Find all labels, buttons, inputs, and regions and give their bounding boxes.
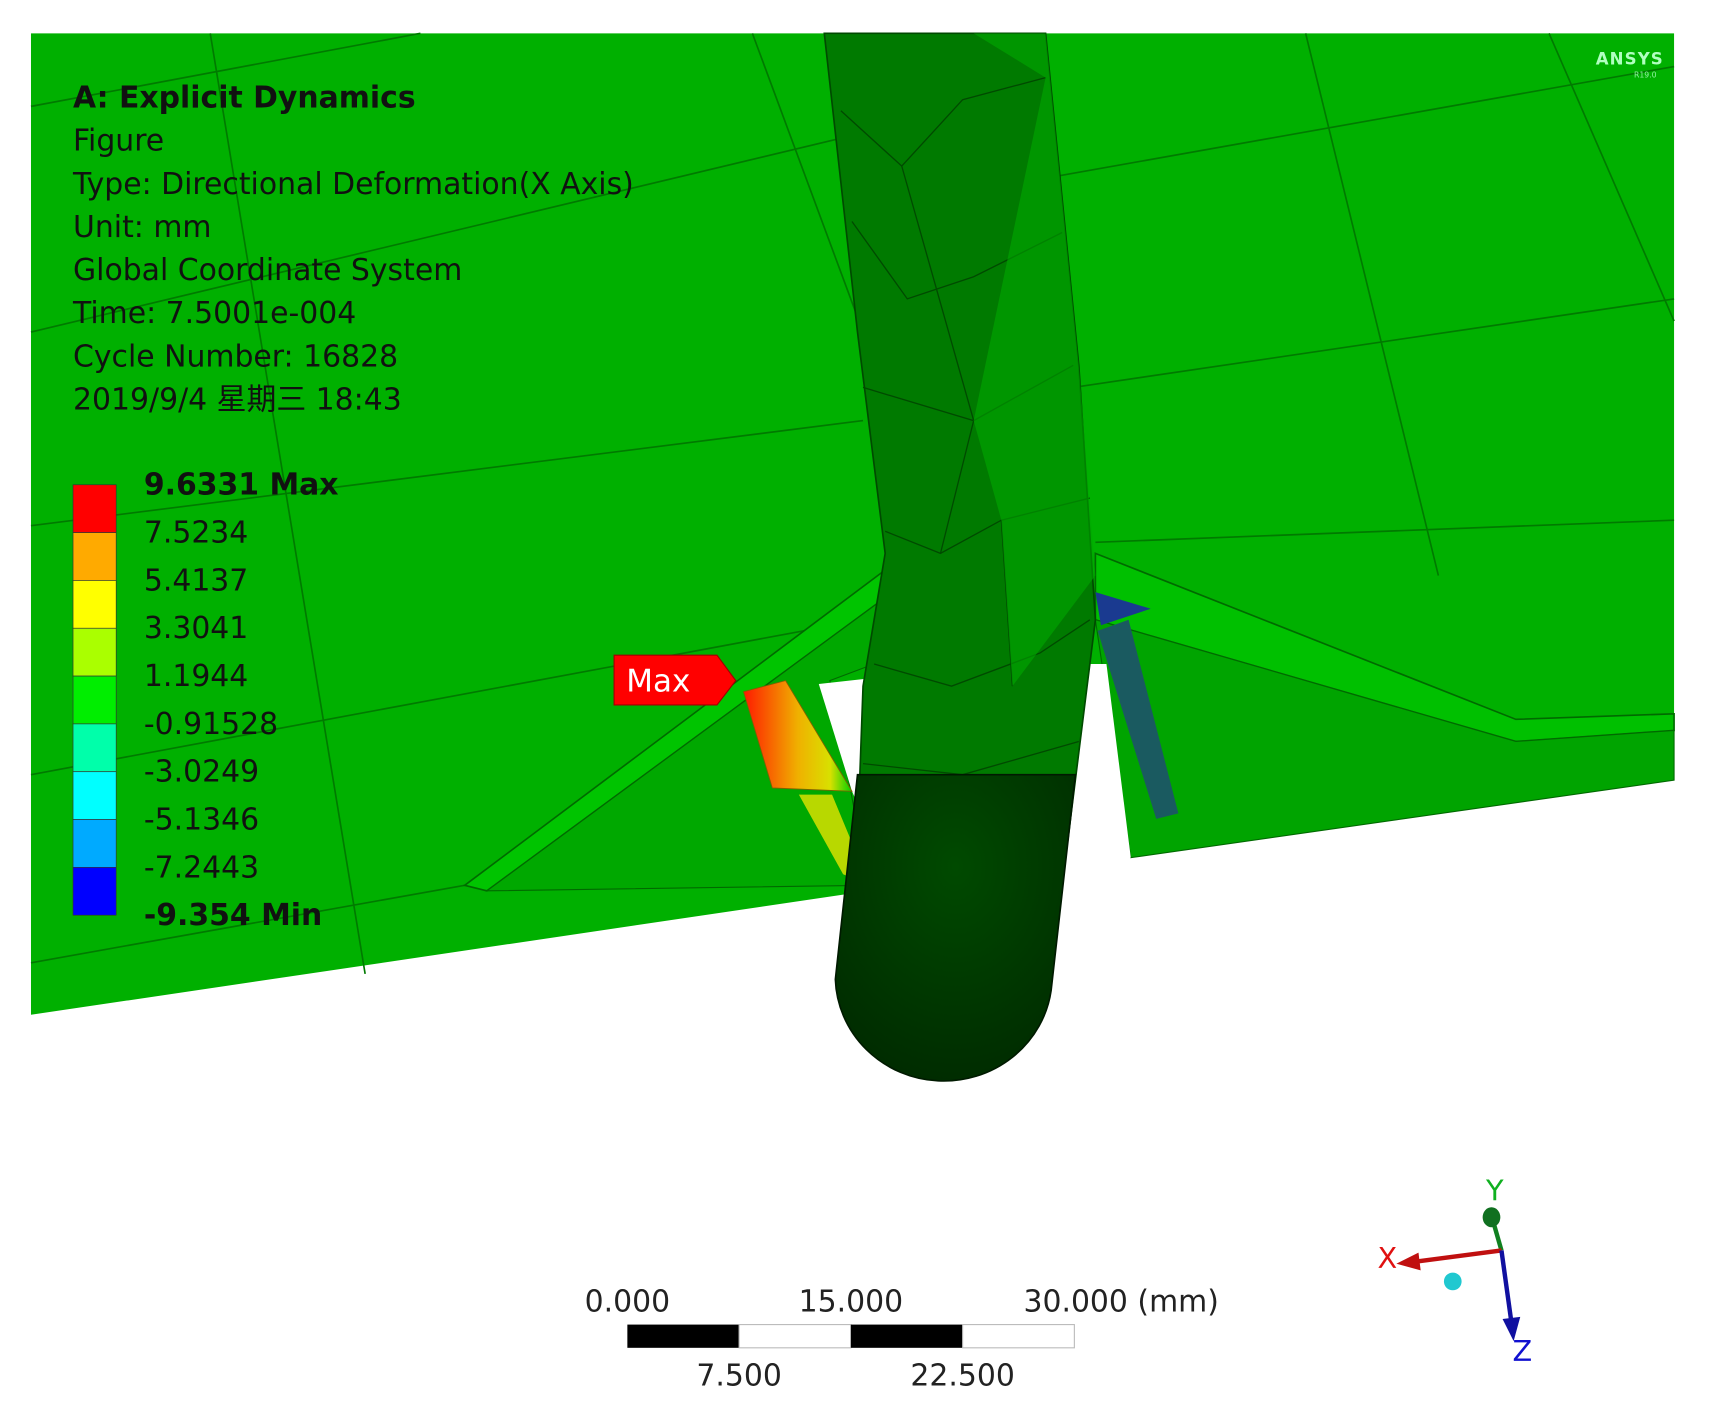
triad-z-label: Z: [1513, 1334, 1533, 1368]
scale-label: 7.500: [696, 1358, 781, 1393]
origin-ball-icon: [1443, 1272, 1462, 1291]
legend-label: -3.0249: [144, 755, 259, 790]
z-axis-line: [1499, 1250, 1514, 1323]
info-line: Type: Directional Deformation(X Axis): [72, 167, 634, 202]
info-line: Cycle Number: 16828: [73, 339, 398, 374]
legend-color-band: [72, 675, 117, 725]
legend-color-band: [72, 532, 117, 581]
legend-label: 5.4137: [144, 563, 248, 598]
max-probe-text: Max: [626, 664, 690, 700]
info-line: 2019/9/4 星期三 18:43: [73, 383, 402, 418]
scale-bar: 0.000 15.000 30.000 (mm) 7.500 22.500: [585, 1284, 1219, 1393]
legend-label: -9.354 Min: [144, 898, 322, 933]
scale-segment: [850, 1324, 963, 1348]
info-line: Figure: [73, 124, 164, 159]
triad-x-label: X: [1378, 1241, 1398, 1275]
legend-label: 9.6331 Max: [144, 468, 339, 503]
legend-label: -5.1346: [144, 803, 259, 838]
coordinate-triad[interactable]: Y X Z: [1378, 1174, 1533, 1368]
legend-color-band: [72, 484, 117, 533]
scale-label: 15.000: [799, 1284, 903, 1319]
info-line: Unit: mm: [73, 210, 212, 245]
x-arrow-icon: [1396, 1252, 1421, 1271]
scale-label: 30.000 (mm): [1023, 1284, 1218, 1319]
info-line: Global Coordinate System: [73, 253, 462, 288]
analysis-title: A: Explicit Dynamics: [73, 80, 416, 115]
legend-label: 1.1944: [144, 659, 248, 694]
legend-label: 7.5234: [144, 516, 248, 551]
legend-color-band: [72, 580, 117, 629]
legend-label: 3.3041: [144, 611, 248, 646]
scale-segment: [962, 1324, 1075, 1349]
legend-color-band: [72, 627, 117, 677]
legend-label: -0.91528: [144, 707, 278, 742]
ansys-logo: ANSYS: [1596, 49, 1664, 68]
legend-color-band: [72, 867, 117, 916]
scale-segment: [738, 1324, 852, 1349]
max-probe-label[interactable]: Max: [613, 654, 737, 706]
rod-tip: [834, 773, 1077, 1082]
scale-label: 22.500: [910, 1358, 1014, 1393]
triad-y-label: Y: [1485, 1174, 1504, 1208]
ansys-version: R19.0: [1634, 71, 1657, 80]
scale-segment: [627, 1324, 740, 1348]
result-viewport[interactable]: Max ANSYS R19.0 A: Explicit Dynamics Fig…: [0, 0, 1715, 1421]
x-axis-line: [1415, 1248, 1502, 1264]
legend-color-band: [72, 723, 117, 773]
scale-label: 0.000: [585, 1284, 670, 1319]
info-line: Time: 7.5001e-004: [72, 296, 356, 331]
legend-color-band: [72, 819, 117, 868]
legend-color-band: [72, 771, 117, 820]
y-axis-ball-icon: [1482, 1207, 1501, 1228]
legend-label: -7.2443: [144, 850, 259, 885]
